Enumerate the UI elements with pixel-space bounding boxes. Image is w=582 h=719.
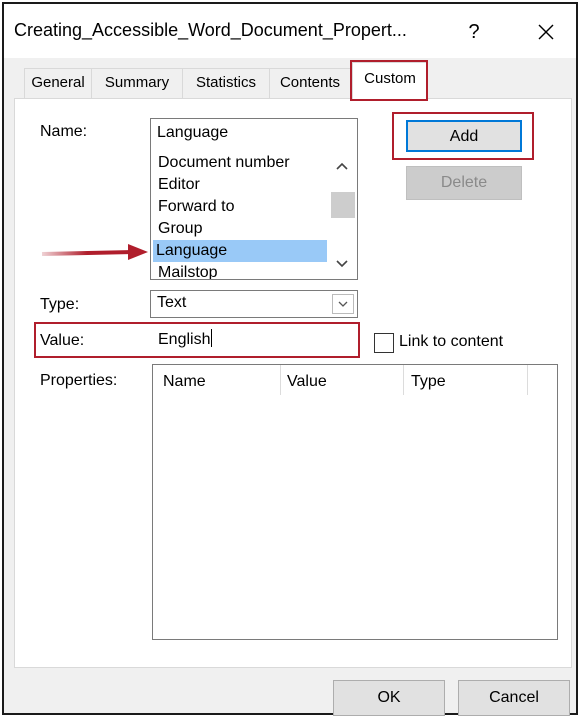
tab-general[interactable]: General — [24, 68, 92, 98]
type-label: Type: — [40, 296, 80, 313]
list-item[interactable]: Mailstop — [155, 262, 325, 279]
add-button[interactable]: Add — [406, 120, 522, 152]
list-item[interactable]: Document number — [155, 152, 325, 174]
custom-tab-highlight — [350, 60, 428, 101]
listbox-scrollbar[interactable] — [329, 148, 355, 278]
name-label: Name: — [40, 123, 88, 140]
value-input[interactable]: English — [150, 326, 356, 354]
chevron-down-icon[interactable] — [332, 294, 354, 314]
name-listbox[interactable]: Document number Editor Forward to Group … — [150, 148, 358, 280]
cancel-button[interactable]: Cancel — [458, 680, 570, 716]
window-title: Creating_Accessible_Word_Document_Proper… — [14, 20, 407, 40]
type-select-value: Text — [157, 294, 187, 311]
scroll-down-icon[interactable] — [329, 252, 355, 276]
tab-contents[interactable]: Contents — [269, 68, 351, 98]
column-divider[interactable] — [280, 365, 281, 395]
column-divider[interactable] — [403, 365, 404, 395]
scroll-up-icon[interactable] — [329, 154, 355, 178]
list-item[interactable]: Forward to — [155, 196, 325, 218]
scrollbar-thumb[interactable] — [331, 192, 355, 218]
link-to-content-checkbox[interactable] — [374, 333, 394, 353]
list-item[interactable]: Group — [155, 218, 325, 240]
link-to-content-label: Link to content — [399, 333, 504, 350]
list-item-selected[interactable]: Language — [153, 240, 327, 262]
properties-table[interactable]: Name Value Type — [152, 364, 558, 640]
list-item[interactable]: Editor — [155, 174, 325, 196]
tab-statistics[interactable]: Statistics — [182, 68, 270, 98]
text-cursor — [211, 329, 213, 347]
tab-summary[interactable]: Summary — [91, 68, 183, 98]
ok-button[interactable]: OK — [333, 680, 445, 716]
column-divider[interactable] — [527, 365, 528, 395]
delete-button[interactable]: Delete — [406, 166, 522, 200]
close-button[interactable] — [524, 12, 568, 52]
properties-label: Properties: — [40, 372, 118, 389]
help-button[interactable]: ? — [454, 14, 494, 50]
value-label: Value: — [40, 332, 85, 349]
column-header-type[interactable]: Type — [411, 373, 446, 391]
type-select[interactable]: Text — [150, 290, 358, 318]
pointer-arrow-icon — [41, 244, 148, 260]
close-icon — [538, 24, 554, 40]
value-input-text: English — [158, 331, 211, 348]
properties-table-header: Name Value Type — [153, 365, 557, 395]
column-header-value[interactable]: Value — [287, 373, 327, 391]
name-input[interactable]: Language — [150, 118, 358, 150]
column-header-name[interactable]: Name — [163, 373, 206, 391]
